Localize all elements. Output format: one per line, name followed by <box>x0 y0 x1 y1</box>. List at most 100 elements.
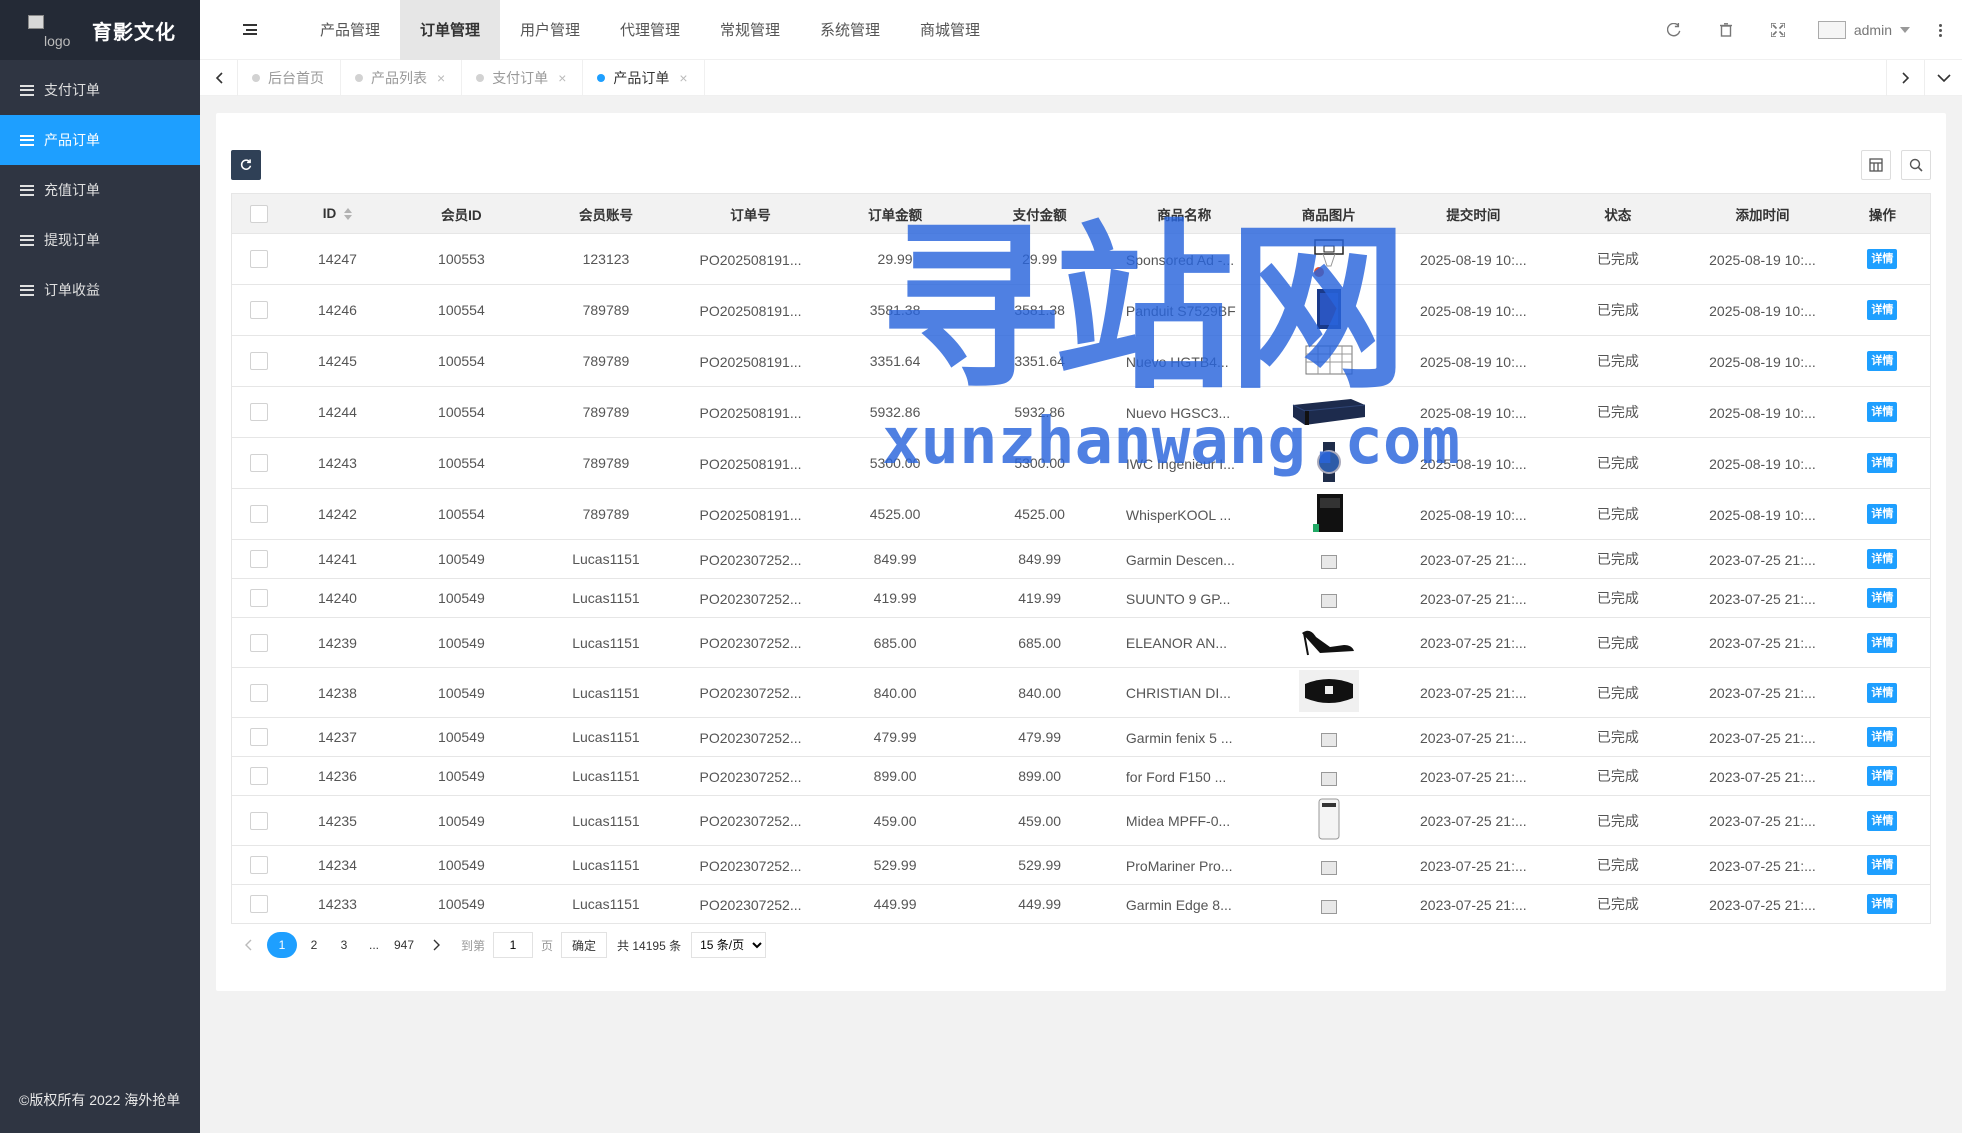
pagination-prev-button[interactable] <box>233 932 263 958</box>
column-header-2: 会员账号 <box>533 193 679 234</box>
page-tab-2[interactable]: 支付订单 × <box>462 59 584 96</box>
detail-button[interactable]: 详情 <box>1867 402 1898 422</box>
top-nav-item-0[interactable]: 产品管理 <box>300 0 400 60</box>
table-row: 14236 100549 Lucas1151 PO202307252... 899.00… <box>231 756 1931 796</box>
detail-button[interactable]: 详情 <box>1867 727 1898 747</box>
pagination-page-2[interactable]: 2 <box>301 932 327 958</box>
cell-amount: 29.99 <box>822 233 968 285</box>
page-tab-0[interactable]: 后台首页 <box>238 59 341 96</box>
top-nav-item-5[interactable]: 系统管理 <box>800 0 900 60</box>
close-icon[interactable]: × <box>437 70 445 86</box>
row-checkbox[interactable] <box>249 767 268 786</box>
detail-button[interactable]: 详情 <box>1867 351 1898 371</box>
table-refresh-button[interactable] <box>231 150 261 180</box>
close-icon[interactable]: × <box>679 70 687 86</box>
brand-name: 育影文化 <box>92 21 176 44</box>
tabs-scroll-right-button[interactable] <box>1886 59 1924 96</box>
sidebar-item-1[interactable]: 产品订单 <box>0 115 200 165</box>
column-filter-button[interactable] <box>1861 150 1891 180</box>
row-checkbox[interactable] <box>249 589 268 608</box>
cell-action: 详情 <box>1834 578 1931 618</box>
detail-button[interactable]: 详情 <box>1867 855 1898 875</box>
detail-button[interactable]: 详情 <box>1867 300 1898 320</box>
sidebar-item-3[interactable]: 提现订单 <box>0 215 200 265</box>
row-checkbox[interactable] <box>249 454 268 473</box>
detail-button[interactable]: 详情 <box>1867 453 1898 473</box>
cell-id: 14247 <box>285 233 390 285</box>
row-checkbox[interactable] <box>249 550 268 569</box>
detail-button[interactable]: 详情 <box>1867 766 1898 786</box>
pagination-page-1[interactable]: 1 <box>267 932 297 958</box>
row-checkbox[interactable] <box>249 250 268 269</box>
top-nav-item-3[interactable]: 代理管理 <box>600 0 700 60</box>
close-icon[interactable]: × <box>558 70 566 86</box>
cell-text: 已完成 <box>1596 455 1639 471</box>
row-select-cell <box>231 617 286 668</box>
row-checkbox[interactable] <box>249 856 268 875</box>
detail-button[interactable]: 详情 <box>1867 632 1898 653</box>
more-vertical-icon[interactable] <box>1930 23 1950 37</box>
detail-button[interactable]: 详情 <box>1867 549 1898 569</box>
row-checkbox[interactable] <box>249 683 268 702</box>
user-menu[interactable]: admin <box>1804 21 1930 39</box>
brand[interactable]: logo 育影文化 <box>0 0 200 60</box>
cell-image <box>1256 617 1402 668</box>
sidebar-item-0[interactable]: 支付订单 <box>0 65 200 115</box>
detail-button[interactable]: 详情 <box>1867 249 1898 269</box>
row-checkbox[interactable] <box>249 352 268 371</box>
tabs-dropdown-button[interactable] <box>1924 59 1962 96</box>
row-checkbox[interactable] <box>249 728 268 747</box>
menu-toggle-button[interactable] <box>200 0 300 60</box>
row-checkbox[interactable] <box>249 403 268 422</box>
trash-icon[interactable] <box>1700 0 1752 60</box>
cell-status: 已完成 <box>1545 756 1691 796</box>
search-toggle-button[interactable] <box>1901 150 1931 180</box>
cell-account: 789789 <box>533 335 679 387</box>
select-all-checkbox[interactable] <box>249 204 268 223</box>
row-checkbox[interactable] <box>249 633 268 652</box>
top-nav-item-2[interactable]: 用户管理 <box>500 0 600 60</box>
cell-paid: 5932.86 <box>967 386 1112 438</box>
row-checkbox[interactable] <box>249 895 268 914</box>
cell-added: 2025-08-19 10:... <box>1690 233 1835 285</box>
pagination-last-page[interactable]: 947 <box>391 932 417 958</box>
goto-confirm-button[interactable]: 确定 <box>561 932 608 958</box>
cell-text: 已完成 <box>1596 634 1639 651</box>
row-checkbox[interactable] <box>249 505 268 524</box>
column-header-1: 会员ID <box>389 193 534 234</box>
cell-action: 详情 <box>1834 488 1931 540</box>
cell-text: Lucas1151 <box>572 551 640 567</box>
cell-text: 459.00 <box>873 812 917 829</box>
column-header-label: 会员ID <box>441 207 482 223</box>
pagination-page-3[interactable]: 3 <box>331 932 357 958</box>
cell-text: 789789 <box>582 353 630 369</box>
detail-button[interactable]: 详情 <box>1867 588 1898 608</box>
top-nav-item-4[interactable]: 常规管理 <box>700 0 800 60</box>
pagination-next-button[interactable] <box>421 932 451 958</box>
tabs-scroll-left-button[interactable] <box>200 59 238 96</box>
row-checkbox[interactable] <box>249 301 268 320</box>
sidebar-item-4[interactable]: 订单收益 <box>0 265 200 315</box>
cell-text: 2023-07-25 21:... <box>1420 551 1527 568</box>
fullscreen-icon[interactable] <box>1752 0 1804 60</box>
detail-button[interactable]: 详情 <box>1867 504 1898 524</box>
cell-status: 已完成 <box>1545 284 1691 336</box>
column-header-0[interactable]: ID <box>285 193 390 234</box>
cell-text: 449.99 <box>873 896 917 912</box>
detail-button[interactable]: 详情 <box>1867 810 1898 831</box>
sort-icon[interactable] <box>344 208 353 221</box>
detail-button[interactable]: 详情 <box>1867 682 1898 703</box>
goto-page-input[interactable] <box>493 932 534 958</box>
column-header-label: 提交时间 <box>1446 207 1501 223</box>
row-checkbox[interactable] <box>249 811 268 830</box>
page-tab-3[interactable]: 产品订单 × <box>583 59 705 96</box>
detail-button[interactable]: 详情 <box>1867 894 1898 914</box>
per-page-select[interactable]: 15 条/页 <box>691 932 767 958</box>
cell-member-id: 100554 <box>389 335 534 387</box>
top-nav-item-1[interactable]: 订单管理 <box>400 0 500 60</box>
tab-label: 产品列表 <box>371 69 427 86</box>
sidebar-item-2[interactable]: 充值订单 <box>0 165 200 215</box>
top-nav-item-6[interactable]: 商城管理 <box>900 0 1000 60</box>
refresh-icon[interactable] <box>1648 0 1700 60</box>
page-tab-1[interactable]: 产品列表 × <box>341 59 463 96</box>
